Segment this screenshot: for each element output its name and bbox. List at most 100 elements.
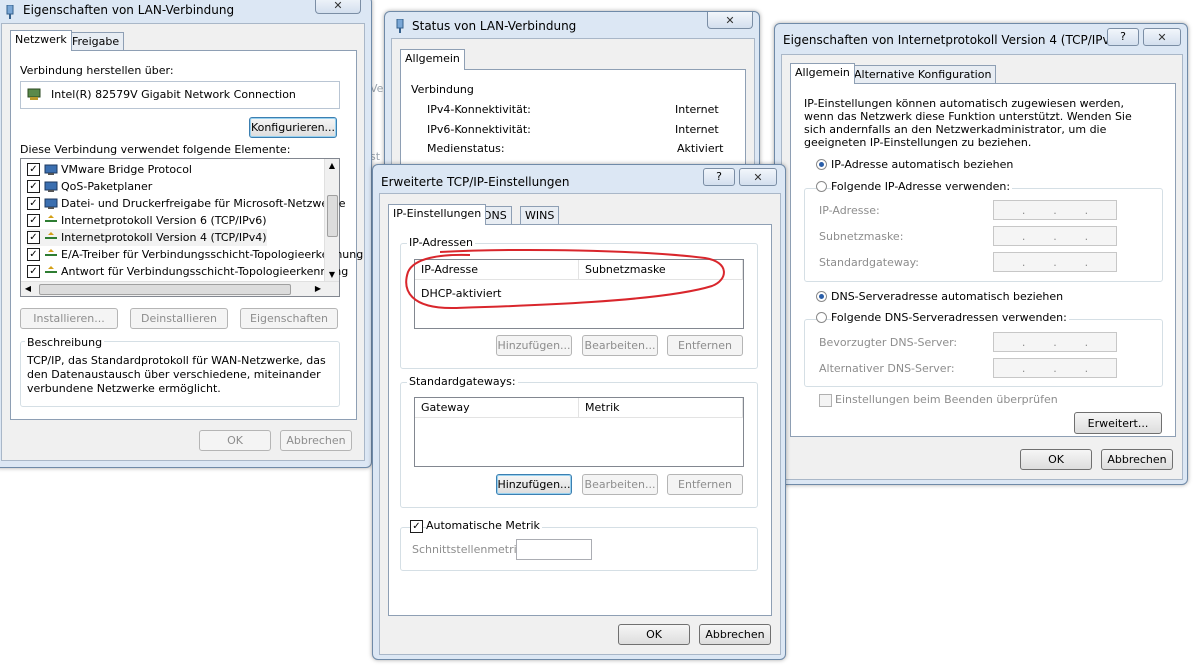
interface-metric-field[interactable] xyxy=(516,539,592,560)
alternate-dns-label: Alternativer DNS-Server: xyxy=(819,362,955,375)
scroll-right-icon[interactable]: ▶ xyxy=(311,282,325,296)
tab-alternative-configuration[interactable]: Alternative Konfiguration xyxy=(849,65,997,84)
close-button[interactable]: ✕ xyxy=(1143,28,1181,46)
subnet-mask-field[interactable]: ... xyxy=(993,226,1117,246)
ipv4-properties-window: Eigenschaften von Internetprotokoll Vers… xyxy=(774,23,1188,485)
ip-address-list[interactable]: IP-Adresse Subnetzmaske DHCP-aktiviert xyxy=(414,259,744,329)
ok-button[interactable]: OK xyxy=(1020,449,1092,470)
add-ip-button[interactable]: Hinzufügen... xyxy=(496,335,572,356)
help-button[interactable]: ? xyxy=(1107,28,1139,46)
close-button[interactable]: ✕ xyxy=(315,0,361,14)
edit-gateway-button[interactable]: Bearbeiten... xyxy=(582,474,658,495)
horizontal-scrollbar[interactable]: ◀ ▶ xyxy=(21,281,339,296)
scroll-thumb[interactable] xyxy=(39,284,291,295)
dns-manual-label[interactable]: Folgende DNS-Serveradressen verwenden: xyxy=(831,311,1069,324)
title-bar[interactable]: Eigenschaften von LAN-Verbindung ✕ xyxy=(0,0,371,23)
network-service-icon xyxy=(44,181,58,192)
status-value: Internet xyxy=(675,123,719,136)
window-title: Status von LAN-Verbindung xyxy=(412,19,577,33)
elements-list[interactable]: ✓ VMware Bridge Protocol ✓ QoS-Paketplan… xyxy=(20,158,363,297)
network-service-icon xyxy=(44,198,58,209)
list-item[interactable]: ✓ VMware Bridge Protocol xyxy=(27,161,192,178)
tab-ip-settings[interactable]: IP-Einstellungen xyxy=(388,204,487,225)
cancel-button[interactable]: Abbrechen xyxy=(699,624,771,645)
add-gateway-button[interactable]: Hinzufügen... xyxy=(496,474,572,495)
dhcp-row[interactable]: DHCP-aktiviert xyxy=(421,287,501,300)
auto-metric-checkbox[interactable]: ✓ xyxy=(410,520,423,533)
gateway-field[interactable]: ... xyxy=(993,252,1117,272)
column-header-mask[interactable]: Subnetzmaske xyxy=(579,260,743,280)
list-item[interactable]: ✓ Internetprotokoll Version 4 (TCP/IPv4) xyxy=(27,229,267,246)
dialog-client: Netzwerk Freigabe Verbindung herstellen … xyxy=(1,23,365,461)
item-checkbox[interactable]: ✓ xyxy=(27,197,40,210)
scroll-left-icon[interactable]: ◀ xyxy=(21,282,35,296)
vertical-scrollbar[interactable]: ▲ ▼ xyxy=(324,159,339,282)
properties-button[interactable]: Eigenschaften xyxy=(240,308,338,329)
remove-gateway-button[interactable]: Entfernen xyxy=(667,474,743,495)
gateway-list[interactable]: Gateway Metrik xyxy=(414,397,744,467)
tab-netzwerk[interactable]: Netzwerk xyxy=(10,30,72,51)
item-checkbox[interactable]: ✓ xyxy=(27,248,40,261)
validate-label[interactable]: Einstellungen beim Beenden überprüfen xyxy=(835,393,1058,406)
ip-address-label: IP-Adresse: xyxy=(819,204,880,217)
gateway-label: Standardgateway: xyxy=(819,256,919,269)
scroll-down-icon[interactable]: ▼ xyxy=(325,268,339,282)
help-button[interactable]: ? xyxy=(703,168,735,186)
tab-wins[interactable]: WINS xyxy=(520,206,560,225)
cancel-button[interactable]: Abbrechen xyxy=(280,430,352,451)
ok-button[interactable]: OK xyxy=(199,430,271,451)
cancel-button[interactable]: Abbrechen xyxy=(1101,449,1173,470)
column-header-gateway[interactable]: Gateway xyxy=(415,398,579,418)
title-bar[interactable]: Erweiterte TCP/IP-Einstellungen ? ✕ xyxy=(373,165,785,191)
tab-panel: IP-Adressen IP-Adresse Subnetzmaske DHCP… xyxy=(388,224,772,616)
scroll-thumb[interactable] xyxy=(327,195,338,237)
item-checkbox[interactable]: ✓ xyxy=(27,214,40,227)
item-checkbox[interactable]: ✓ xyxy=(27,231,40,244)
dns-manual-radio[interactable] xyxy=(816,312,827,323)
status-label: IPv6-Konnektivität: xyxy=(427,123,531,136)
window-title: Eigenschaften von Internetprotokoll Vers… xyxy=(783,33,1122,47)
network-client-icon xyxy=(44,164,58,175)
list-item[interactable]: ✓ Internetprotokoll Version 6 (TCP/IPv6) xyxy=(27,212,267,229)
item-label: E/A-Treiber für Verbindungsschicht-Topol… xyxy=(61,248,364,261)
dns-auto-radio[interactable] xyxy=(816,291,827,302)
list-item[interactable]: ✓ E/A-Treiber für Verbindungsschicht-Top… xyxy=(27,246,363,263)
advanced-button[interactable]: Erweitert... xyxy=(1074,412,1162,434)
preferred-dns-label: Bevorzugter DNS-Server: xyxy=(819,336,958,349)
list-item[interactable]: ✓ QoS-Paketplaner xyxy=(27,178,152,195)
column-header-ip[interactable]: IP-Adresse xyxy=(415,260,579,280)
preferred-dns-field[interactable]: ... xyxy=(993,332,1117,352)
ip-address-field[interactable]: ... xyxy=(993,200,1117,220)
title-bar[interactable]: Status von LAN-Verbindung ✕ xyxy=(385,12,759,38)
ok-button[interactable]: OK xyxy=(618,624,690,645)
configure-button[interactable]: Konfigurieren... xyxy=(249,117,337,138)
remove-ip-button[interactable]: Entfernen xyxy=(667,335,743,356)
tab-allgemein[interactable]: Allgemein xyxy=(400,49,465,70)
gateways-title: Standardgateways: xyxy=(407,375,518,388)
list-item[interactable]: ✓ Datei- und Druckerfreigabe für Microso… xyxy=(27,195,345,212)
validate-checkbox[interactable] xyxy=(819,394,832,407)
dns-auto-label[interactable]: DNS-Serveradresse automatisch beziehen xyxy=(831,290,1063,303)
tab-freigabe[interactable]: Freigabe xyxy=(67,32,125,51)
item-checkbox[interactable]: ✓ xyxy=(27,265,40,278)
ip-manual-radio[interactable] xyxy=(816,181,827,192)
uninstall-button[interactable]: Deinstallieren xyxy=(130,308,228,329)
scroll-up-icon[interactable]: ▲ xyxy=(325,159,339,173)
ip-auto-radio[interactable] xyxy=(816,159,827,170)
close-button[interactable]: ✕ xyxy=(707,12,753,29)
ip-auto-label[interactable]: IP-Adresse automatisch beziehen xyxy=(831,158,1013,171)
alternate-dns-field[interactable]: ... xyxy=(993,358,1117,378)
edit-ip-button[interactable]: Bearbeiten... xyxy=(582,335,658,356)
column-header-metric[interactable]: Metrik xyxy=(579,398,743,418)
item-checkbox[interactable]: ✓ xyxy=(27,163,40,176)
tab-allgemein[interactable]: Allgemein xyxy=(790,63,855,84)
auto-metric-label[interactable]: Automatische Metrik xyxy=(426,519,542,532)
lan-properties-window: Eigenschaften von LAN-Verbindung ✕ Netzw… xyxy=(0,0,372,468)
item-checkbox[interactable]: ✓ xyxy=(27,180,40,193)
list-item[interactable]: ✓ Antwort für Verbindungsschicht-Topolog… xyxy=(27,263,348,280)
install-button[interactable]: Installieren... xyxy=(20,308,118,329)
close-button[interactable]: ✕ xyxy=(739,168,777,186)
item-label: Antwort für Verbindungsschicht-Topologie… xyxy=(61,265,349,278)
title-bar[interactable]: Eigenschaften von Internetprotokoll Vers… xyxy=(775,24,1187,50)
ip-manual-label[interactable]: Folgende IP-Adresse verwenden: xyxy=(831,180,1013,193)
